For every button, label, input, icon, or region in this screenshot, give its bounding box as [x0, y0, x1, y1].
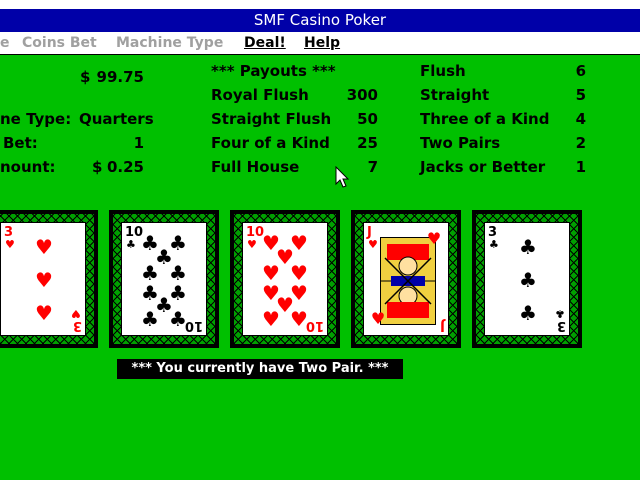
menu-item-machine-type[interactable]: Machine Type	[116, 32, 223, 54]
card-slot-2[interactable]: 10 ♣ ♣ ♣ ♣ ♣ ♣ ♣ ♣ ♣ ♣ ♣ 10	[109, 210, 219, 348]
club-icon: ♣	[169, 261, 187, 285]
payout-hand: Straight	[420, 86, 490, 104]
credits-currency: $	[80, 68, 91, 86]
card-rank: 10	[184, 318, 203, 333]
club-icon: ♣	[141, 307, 159, 331]
menu-item-help-label: Help	[304, 35, 341, 51]
window-title: SMF Casino Poker	[0, 9, 640, 32]
payout-value: 25	[357, 134, 378, 152]
heart-icon: ♥	[35, 301, 53, 325]
playing-card[interactable]: 3 ♣ ♣ ♣ ♣ ♣ 3	[484, 222, 570, 336]
payout-hand: Full House	[211, 158, 300, 176]
card-rank: 10	[305, 318, 324, 333]
card-suit-icon: ♣	[126, 238, 136, 251]
heart-icon: ♥	[290, 261, 308, 285]
machine-type-value: Quarters	[79, 110, 154, 128]
menu-item-help[interactable]: Help	[304, 32, 340, 54]
credits-value: 99.75	[96, 68, 144, 86]
card-rank: 3	[556, 318, 566, 333]
bet-label: Bet:	[3, 134, 38, 152]
club-icon: ♣	[519, 301, 537, 325]
card-slot-4[interactable]: J ♥ ♥ ♥ J	[351, 210, 461, 348]
club-icon: ♣	[141, 261, 159, 285]
payout-value: 2	[575, 134, 586, 152]
title-bar: SMF Casino Poker	[0, 0, 640, 32]
mouse-pointer-icon	[335, 166, 350, 188]
card-slot-5[interactable]: 3 ♣ ♣ ♣ ♣ ♣ 3	[472, 210, 582, 348]
menu-bar: e Coins Bet Machine Type Deal! Help	[0, 32, 640, 55]
payout-hand: Flush	[420, 62, 466, 80]
machine-type-label: ne Type:	[0, 110, 72, 128]
card-suit-icon: ♣	[489, 238, 499, 251]
payout-hand: Four of a Kind	[211, 134, 330, 152]
playing-card[interactable]: 3 ♥ ♥ ♥ ♥ ♥ 3	[0, 222, 86, 336]
playing-card[interactable]: 10 ♥ ♥ ♥ ♥ ♥ ♥ ♥ ♥ ♥ ♥ ♥ 10	[242, 222, 328, 336]
amount-label: nount:	[0, 158, 56, 176]
payout-hand: Two Pairs	[420, 134, 501, 152]
menu-item-deal-label: Deal!	[244, 35, 286, 51]
payout-value: 300	[346, 86, 378, 104]
payout-value: 6	[575, 62, 586, 80]
menu-item-deal[interactable]: Deal!	[244, 32, 286, 54]
payout-hand: Straight Flush	[211, 110, 332, 128]
card-rank: J	[440, 318, 445, 333]
payout-hand: Jacks or Better	[420, 158, 546, 176]
bet-value: 1	[133, 134, 144, 152]
heart-icon: ♥	[35, 235, 53, 259]
heart-icon: ♥	[262, 307, 280, 331]
payout-value: 4	[575, 110, 586, 128]
menu-item-coins-bet[interactable]: Coins Bet	[22, 32, 97, 54]
playing-card[interactable]: J ♥ ♥ ♥ J	[363, 222, 449, 336]
amount-value: 0.25	[106, 158, 144, 176]
heart-icon: ♥	[35, 268, 53, 292]
payout-hand: Royal Flush	[211, 86, 309, 104]
club-icon: ♣	[519, 268, 537, 292]
payouts-header: *** Payouts ***	[211, 62, 336, 80]
payout-value: 50	[357, 110, 378, 128]
jack-portrait-icon	[381, 238, 435, 324]
jack-face-icon	[380, 237, 436, 325]
payout-hand: Three of a Kind	[420, 110, 550, 128]
menu-item-game[interactable]: e	[0, 32, 10, 54]
heart-icon: ♥	[426, 229, 442, 248]
card-suit-icon: ♥	[247, 238, 257, 251]
card-suit-icon: ♥	[5, 238, 15, 251]
amount-currency: $	[92, 158, 103, 176]
payout-value: 1	[575, 158, 586, 176]
status-message: *** You currently have Two Pair. ***	[117, 359, 403, 379]
card-rank: 3	[72, 318, 82, 333]
playing-card[interactable]: 10 ♣ ♣ ♣ ♣ ♣ ♣ ♣ ♣ ♣ ♣ ♣ 10	[121, 222, 207, 336]
card-suit-icon: ♥	[368, 238, 378, 251]
payout-value: 5	[575, 86, 586, 104]
club-icon: ♣	[519, 235, 537, 259]
card-slot-1[interactable]: 3 ♥ ♥ ♥ ♥ ♥ 3	[0, 210, 98, 348]
card-slot-3[interactable]: 10 ♥ ♥ ♥ ♥ ♥ ♥ ♥ ♥ ♥ ♥ ♥ 10	[230, 210, 340, 348]
heart-icon: ♥	[370, 309, 386, 328]
heart-icon: ♥	[262, 261, 280, 285]
